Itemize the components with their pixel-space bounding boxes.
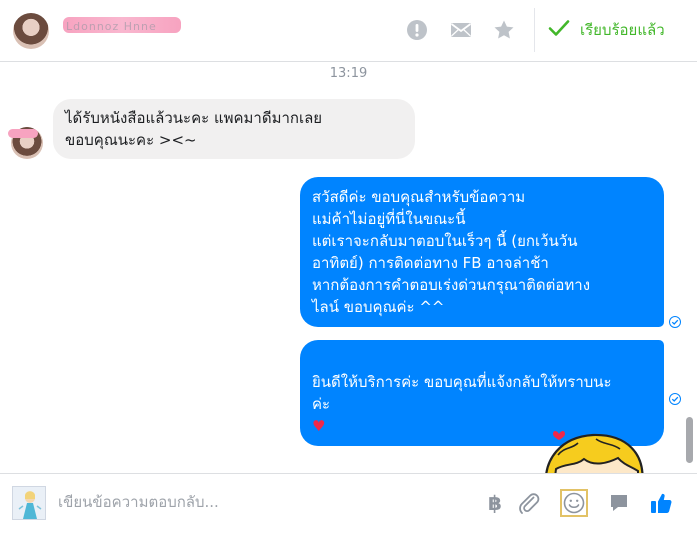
- mail-icon[interactable]: [449, 18, 473, 42]
- star-icon[interactable]: [492, 18, 516, 42]
- reply-input[interactable]: [58, 488, 458, 516]
- delivered-check-icon: [669, 316, 681, 328]
- baht-symbol: ฿: [488, 491, 502, 515]
- delivered-check-icon: [669, 393, 681, 405]
- like-icon[interactable]: [648, 490, 674, 516]
- mark-done-label: เรียบร้อยแล้ว: [580, 21, 665, 39]
- alert-icon[interactable]: [405, 18, 429, 42]
- outgoing-message-thanks-text: ยินดีให้บริการค่ะ ขอบคุณที่แจ้งกลับให้ทร…: [312, 373, 612, 413]
- baht-icon[interactable]: ฿: [482, 490, 508, 516]
- emoji-icon[interactable]: [560, 489, 588, 517]
- message-timestamp: 13:19: [329, 66, 368, 81]
- header-divider: [534, 8, 535, 52]
- contact-avatar[interactable]: [13, 13, 49, 49]
- message-thread[interactable]: 13:19 ได้รับหนังสือแล้วนะคะ แพคมาดีมากเล…: [0, 63, 697, 473]
- attachment-icon[interactable]: [516, 490, 542, 516]
- sticker-icon[interactable]: [606, 490, 632, 516]
- sticker-image[interactable]: [538, 425, 648, 473]
- my-avatar[interactable]: [12, 486, 46, 520]
- contact-name[interactable]: Ldonnoz Hnne: [66, 20, 157, 33]
- conversation-header: Ldonnoz Hnne เรียบร้อยแล้ว: [0, 0, 697, 62]
- thread-scrollbar[interactable]: [686, 417, 693, 463]
- incoming-message: ได้รับหนังสือแล้วนะคะ แพคมาดีมากเลย ขอบค…: [53, 99, 415, 159]
- heart-emoji: ♥: [312, 417, 326, 435]
- message-composer: ฿: [0, 473, 697, 543]
- outgoing-message-auto-reply: สวัสดีค่ะ ขอบคุณสำหรับข้อความ แม่ค้าไม่อ…: [300, 177, 664, 327]
- sender-avatar-redaction: [8, 129, 38, 138]
- mark-done-button[interactable]: เรียบร้อยแล้ว: [548, 14, 665, 46]
- check-icon: [548, 19, 570, 41]
